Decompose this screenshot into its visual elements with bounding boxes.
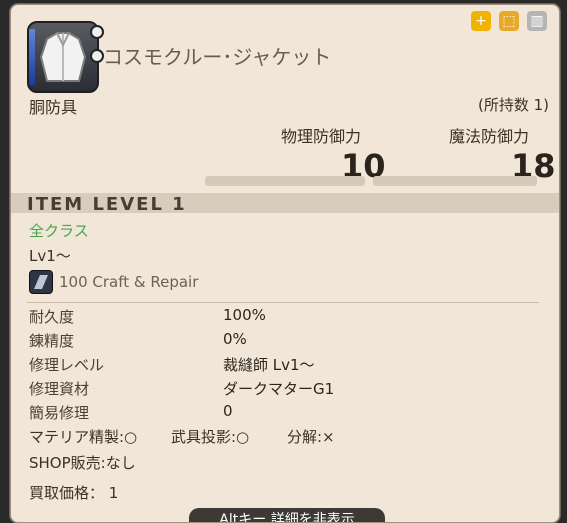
glamour-projection: 武具投影:○	[171, 428, 250, 446]
equipment-slot: 胴防具	[29, 98, 78, 117]
repair-level-value: 裁縫師 Lv1～	[223, 356, 315, 374]
physical-defense-bar	[205, 176, 365, 186]
level-requirement: Lv1～	[29, 247, 71, 265]
shop-sale: SHOP販売:なし	[29, 454, 136, 472]
repair-level-label: 修理レベル	[29, 356, 105, 374]
item-level: ITEM LEVEL 1	[27, 194, 187, 215]
armor-icon	[27, 21, 104, 93]
dye-icon[interactable]: ⬚	[499, 11, 519, 31]
materia-melding: マテリア精製:○	[29, 428, 138, 446]
quick-repair-value: 0	[223, 402, 233, 420]
buy-price: 買取価格： 1	[29, 484, 119, 502]
physical-defense-label: 物理防御力	[281, 127, 362, 146]
owned-count: (所持数 1)	[477, 96, 549, 114]
market-icon[interactable]: ▥	[527, 11, 547, 31]
craft-repair: 100 Craft & Repair	[59, 273, 199, 291]
desynthesis: 分解:×	[287, 428, 335, 446]
divider	[27, 302, 539, 303]
craft-icon	[29, 270, 53, 294]
spiritbond-label: 錬精度	[29, 332, 75, 350]
spiritbond-value: 0%	[223, 330, 247, 348]
quick-repair-label: 簡易修理	[29, 404, 90, 422]
top-icons: + ⬚ ▥	[471, 11, 547, 31]
item-tooltip: + ⬚ ▥ コスモクルー･ジャケット 胴防具 (所持数 1) 物理防御力 魔法防…	[10, 4, 560, 523]
craft-symbol-icon	[34, 275, 48, 289]
add-icon[interactable]: +	[471, 11, 491, 31]
magic-defense-bar	[373, 176, 537, 186]
item-name: コスモクルー･ジャケット	[103, 45, 332, 69]
repair-material-value: ダークマターG1	[223, 380, 335, 398]
repair-material-label: 修理資材	[29, 380, 90, 398]
durability-label: 耐久度	[29, 308, 75, 326]
magic-defense-label: 魔法防御力	[449, 127, 530, 146]
jacket-icon	[39, 32, 87, 82]
class-restriction: 全クラス	[29, 222, 89, 240]
durability-value: 100%	[223, 306, 266, 324]
